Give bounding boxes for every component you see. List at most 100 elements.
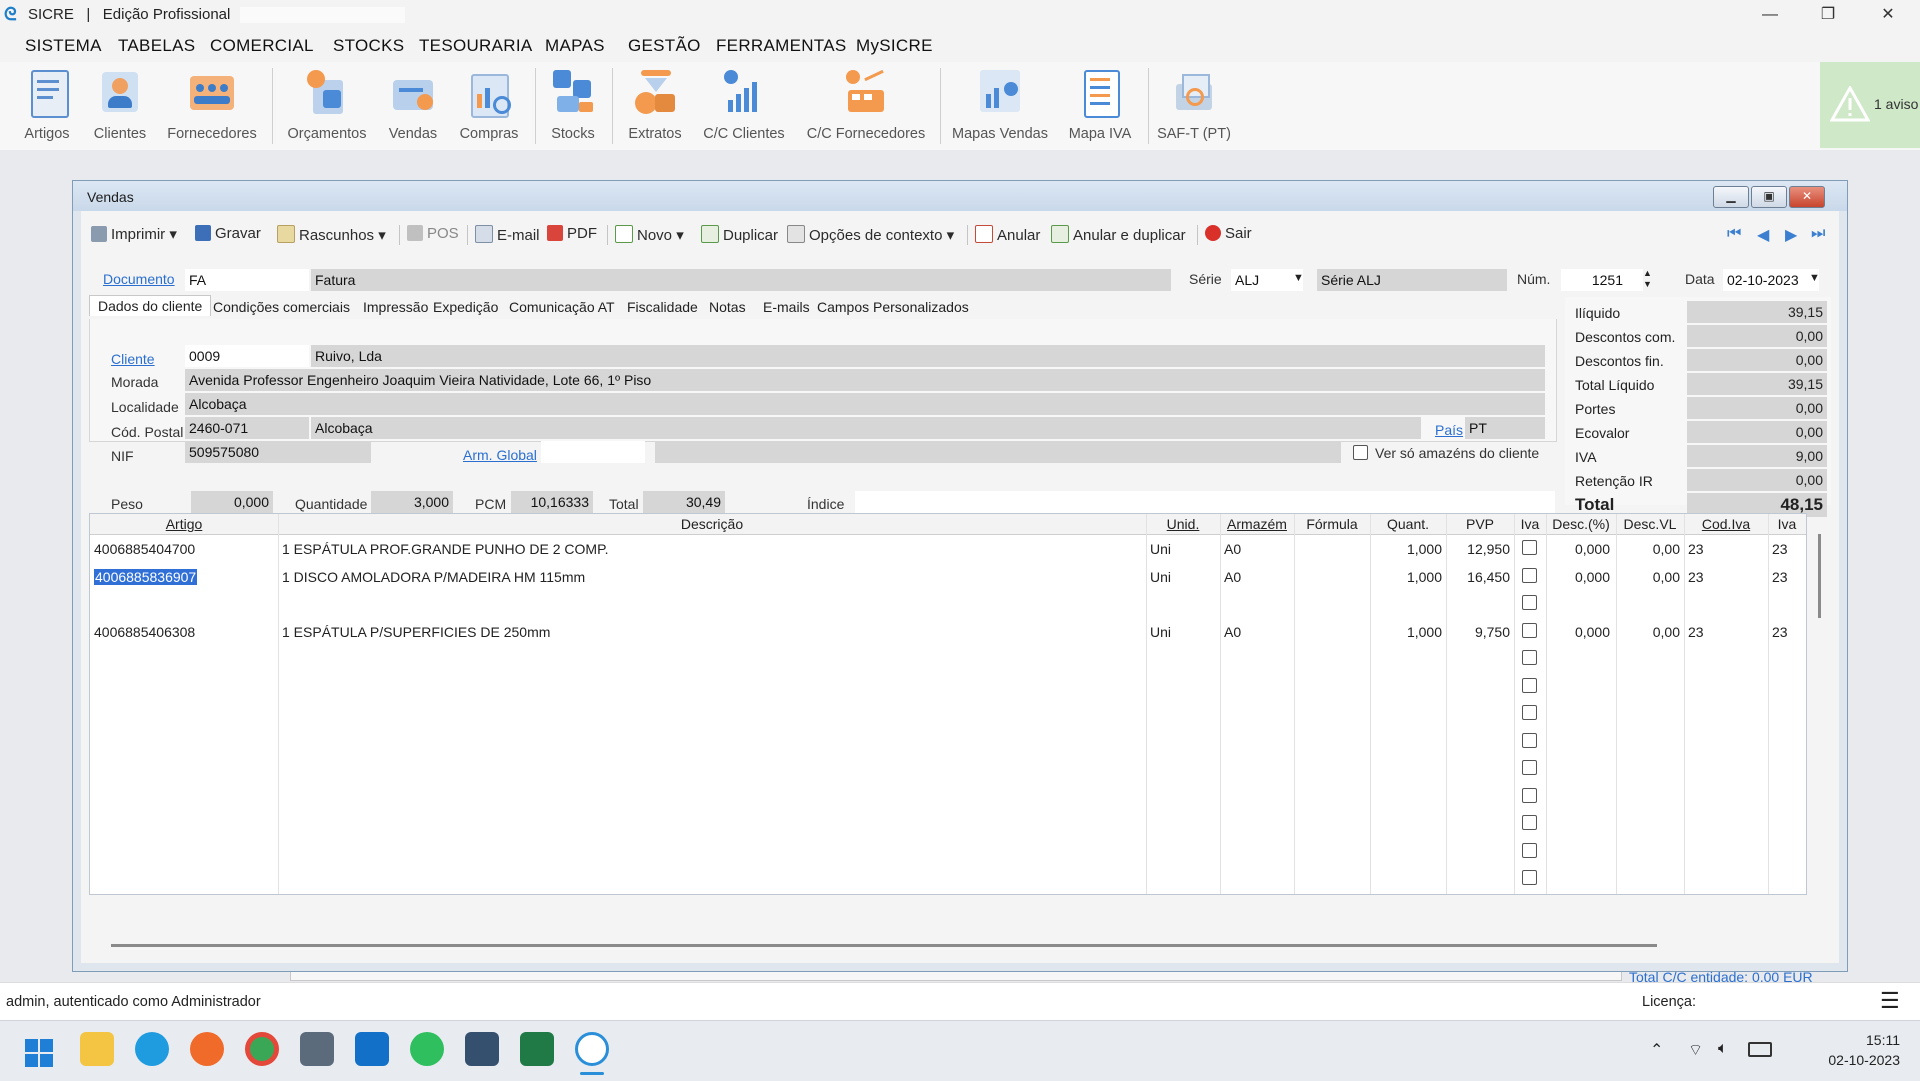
iva-checkbox[interactable] bbox=[1522, 870, 1537, 885]
tab-campos-personalizados[interactable]: Campos Personalizados bbox=[817, 299, 969, 315]
items-grid[interactable]: Artigo Descrição Unid. Armazém Fórmula Q… bbox=[89, 513, 1821, 895]
pais-link[interactable]: País bbox=[1435, 422, 1463, 438]
menu-stocks[interactable]: STOCKS bbox=[333, 36, 404, 56]
tab-notas[interactable]: Notas bbox=[709, 299, 746, 315]
iva-checkbox[interactable] bbox=[1522, 815, 1537, 830]
close-button[interactable]: ✕ bbox=[1860, 0, 1916, 30]
clock-date[interactable]: 02-10-2023 bbox=[1790, 1052, 1900, 1068]
clock-time[interactable]: 15:11 bbox=[1830, 1032, 1900, 1048]
ribbon-mapa-iva[interactable]: Mapa IVA bbox=[1062, 66, 1138, 142]
print-button[interactable]: Imprimir ▾ bbox=[91, 225, 177, 243]
menu-ferramentas[interactable]: FERRAMENTAS bbox=[716, 36, 847, 56]
drafts-button[interactable]: Rascunhos ▾ bbox=[277, 225, 386, 244]
tab-emails[interactable]: E-mails bbox=[763, 299, 810, 315]
iva-checkbox[interactable] bbox=[1522, 843, 1537, 858]
iva-checkbox[interactable] bbox=[1522, 705, 1537, 720]
cell-artigo[interactable]: 4006885406308 bbox=[94, 624, 195, 640]
cell-unid[interactable]: Uni bbox=[1150, 624, 1171, 640]
cell-desc-vl[interactable]: 0,00 bbox=[1616, 541, 1680, 557]
col-cod-iva[interactable]: Cod.Iva bbox=[1684, 514, 1768, 534]
tab-impressao[interactable]: Impressão bbox=[363, 299, 428, 315]
col-pvp[interactable]: PVP bbox=[1446, 514, 1514, 534]
cell-desc-pct[interactable]: 0,000 bbox=[1546, 569, 1610, 585]
cell-quant[interactable]: 1,000 bbox=[1370, 569, 1442, 585]
battery-icon[interactable] bbox=[1748, 1042, 1772, 1057]
col-desc-vl[interactable]: Desc.VL bbox=[1616, 514, 1684, 534]
cell-desc-pct[interactable]: 0,000 bbox=[1546, 541, 1610, 557]
cancel-duplicate-button[interactable]: Anular e duplicar bbox=[1051, 225, 1186, 244]
iva-checkbox[interactable] bbox=[1522, 678, 1537, 693]
tab-comunicacao-at[interactable]: Comunicação AT bbox=[509, 299, 615, 315]
duplicate-button[interactable]: Duplicar bbox=[701, 225, 778, 244]
iva-checkbox[interactable] bbox=[1522, 540, 1537, 555]
cell-desc-vl[interactable]: 0,00 bbox=[1616, 624, 1680, 640]
cell-descricao[interactable]: 1 ESPÁTULA PROF.GRANDE PUNHO DE 2 COMP. bbox=[282, 541, 609, 557]
iva-checkbox[interactable] bbox=[1522, 568, 1537, 583]
col-iva[interactable]: Iva bbox=[1768, 514, 1806, 534]
cancel-doc-button[interactable]: Anular bbox=[975, 225, 1040, 244]
date-dropdown-icon[interactable]: ▼ bbox=[1809, 272, 1820, 284]
client-code-field[interactable]: 0009 bbox=[185, 345, 309, 367]
calculator-icon[interactable] bbox=[300, 1032, 334, 1066]
num-stepper-icon[interactable]: ▲ ▼ bbox=[1643, 268, 1652, 290]
remote-desktop-icon[interactable] bbox=[465, 1032, 499, 1066]
col-unid[interactable]: Unid. bbox=[1146, 514, 1220, 534]
cliente-link[interactable]: Cliente bbox=[111, 351, 155, 367]
cell-cod-iva[interactable]: 23 bbox=[1688, 624, 1704, 640]
indice-field[interactable] bbox=[855, 491, 1555, 513]
whatsapp-icon[interactable] bbox=[410, 1032, 444, 1066]
menu-tabelas[interactable]: TABELAS bbox=[118, 36, 195, 56]
iva-checkbox[interactable] bbox=[1522, 760, 1537, 775]
nav-last-icon[interactable]: ⏭ bbox=[1811, 225, 1825, 243]
cell-artigo[interactable]: 4006885404700 bbox=[94, 541, 195, 557]
cell-desc-pct[interactable]: 0,000 bbox=[1546, 624, 1610, 640]
warnings-panel[interactable]: 1 aviso bbox=[1820, 62, 1920, 148]
cell-unid[interactable]: Uni bbox=[1150, 541, 1171, 557]
minimize-button[interactable]: — bbox=[1742, 0, 1798, 30]
menu-mysicre[interactable]: MySICRE bbox=[856, 36, 933, 56]
cell-armazem[interactable]: A0 bbox=[1224, 541, 1241, 557]
pdf-button[interactable]: PDF bbox=[547, 225, 597, 242]
excel-icon[interactable] bbox=[520, 1032, 554, 1066]
col-armazem[interactable]: Armazém bbox=[1220, 514, 1294, 534]
ribbon-cc-fornecedores[interactable]: C/C Fornecedores bbox=[800, 66, 932, 142]
ribbon-fornecedores[interactable]: Fornecedores bbox=[164, 66, 260, 142]
documento-link[interactable]: Documento bbox=[103, 271, 175, 287]
date-field[interactable]: 02-10-2023 bbox=[1723, 269, 1819, 291]
pos-button[interactable]: POS bbox=[407, 225, 459, 242]
sicre-taskbar-icon[interactable] bbox=[575, 1032, 609, 1066]
firefox-icon[interactable] bbox=[190, 1032, 224, 1066]
cell-iva[interactable]: 23 bbox=[1772, 541, 1788, 557]
iva-checkbox[interactable] bbox=[1522, 733, 1537, 748]
menu-gestao[interactable]: GESTÃO bbox=[628, 36, 701, 56]
tab-fiscalidade[interactable]: Fiscalidade bbox=[627, 299, 698, 315]
cell-desc-vl[interactable]: 0,00 bbox=[1616, 569, 1680, 585]
iva-checkbox[interactable] bbox=[1522, 788, 1537, 803]
cell-descricao[interactable]: 1 DISCO AMOLADORA P/MADEIRA HM 115mm bbox=[282, 569, 585, 585]
ver-so-armazens-checkbox[interactable] bbox=[1353, 445, 1368, 460]
col-iva-flag[interactable]: Iva bbox=[1514, 514, 1546, 534]
child-minimize-button[interactable]: ▁ bbox=[1713, 186, 1749, 208]
hamburger-menu-icon[interactable]: ☰ bbox=[1880, 990, 1900, 1012]
col-artigo[interactable]: Artigo bbox=[90, 514, 278, 534]
edge-icon[interactable] bbox=[135, 1032, 169, 1066]
cell-artigo-selected[interactable]: 4006885836907 bbox=[94, 569, 198, 585]
child-restore-button[interactable]: ▣ bbox=[1751, 186, 1787, 208]
tab-dados-cliente[interactable]: Dados do cliente bbox=[89, 295, 212, 316]
cell-armazem[interactable]: A0 bbox=[1224, 624, 1241, 640]
arm-global-link[interactable]: Arm. Global bbox=[463, 447, 537, 463]
save-button[interactable]: Gravar bbox=[195, 225, 261, 242]
vertical-scrollbar-thumb[interactable] bbox=[1818, 534, 1821, 618]
ribbon-clientes[interactable]: Clientes bbox=[88, 66, 152, 142]
col-descricao[interactable]: Descrição bbox=[278, 514, 1146, 534]
new-button[interactable]: Novo ▾ bbox=[615, 225, 684, 244]
cell-iva[interactable]: 23 bbox=[1772, 624, 1788, 640]
col-quant[interactable]: Quant. bbox=[1370, 514, 1446, 534]
ribbon-stocks[interactable]: Stocks bbox=[545, 66, 601, 142]
exit-button[interactable]: Sair bbox=[1205, 225, 1252, 242]
child-close-button[interactable]: ✕ bbox=[1789, 186, 1825, 208]
cell-pvp[interactable]: 16,450 bbox=[1446, 569, 1510, 585]
email-button[interactable]: E-mail bbox=[475, 225, 540, 244]
menu-comercial[interactable]: COMERCIAL bbox=[210, 36, 314, 56]
cell-iva[interactable]: 23 bbox=[1772, 569, 1788, 585]
